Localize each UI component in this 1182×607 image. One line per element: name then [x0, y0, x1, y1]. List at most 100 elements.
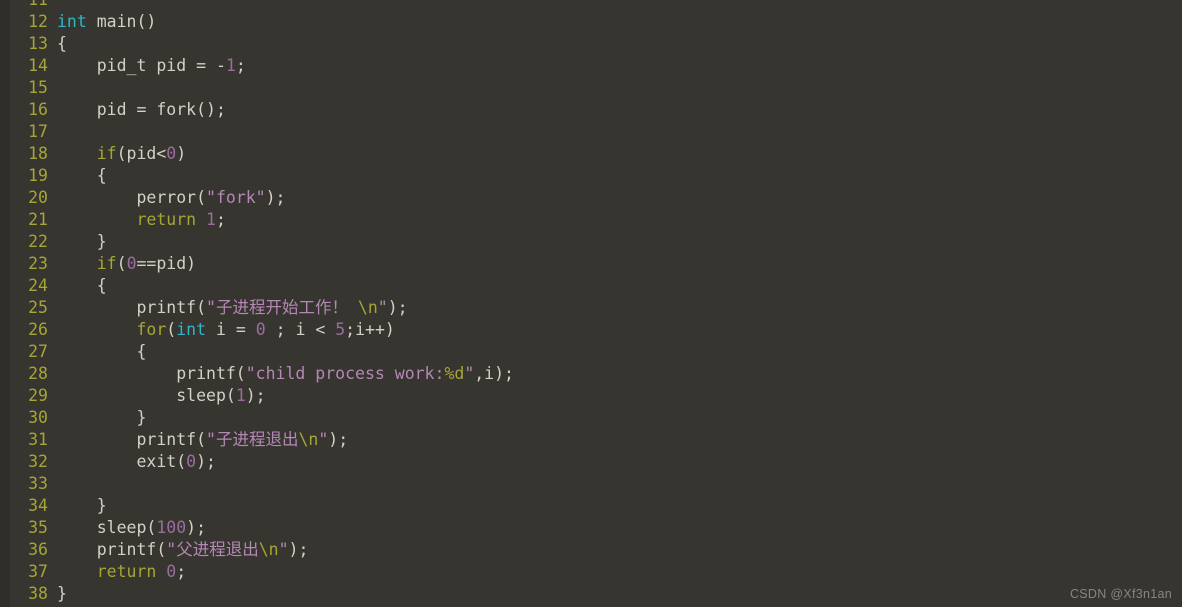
code-line[interactable]: 21 return 1;	[0, 209, 1182, 231]
code-line[interactable]: 22 }	[0, 231, 1182, 253]
code-line[interactable]: 32 exit(0);	[0, 451, 1182, 473]
line-source[interactable]: }	[48, 407, 146, 429]
code-line[interactable]: 11	[0, 0, 1182, 11]
code-token-pln	[57, 210, 136, 229]
code-line[interactable]: 14 pid_t pid = -1;	[0, 55, 1182, 77]
line-number: 37	[28, 562, 48, 581]
line-source[interactable]: {	[48, 275, 107, 297]
code-token-pln	[196, 210, 206, 229]
code-line[interactable]: 27 {	[0, 341, 1182, 363]
code-line[interactable]: 37 return 0;	[0, 561, 1182, 583]
code-token-pln: printf(	[57, 364, 246, 383]
line-number: 32	[28, 452, 48, 471]
line-source[interactable]: {	[48, 341, 146, 363]
code-line[interactable]: 24 {	[0, 275, 1182, 297]
line-number: 38	[28, 584, 48, 603]
line-number: 18	[28, 144, 48, 163]
line-source[interactable]: printf("child process work:%d",i);	[48, 363, 514, 385]
line-source[interactable]: {	[48, 165, 107, 187]
code-token-pln: ,i);	[474, 364, 514, 383]
code-line[interactable]: 20 perror("fork");	[0, 187, 1182, 209]
code-token-pln: );	[196, 452, 216, 471]
code-token-pln: );	[387, 298, 408, 317]
line-number: 27	[28, 342, 48, 361]
line-source[interactable]: exit(0);	[48, 451, 216, 473]
line-number: 28	[28, 364, 48, 383]
code-token-pln	[156, 562, 166, 581]
code-line[interactable]: 31 printf("子进程退出\n");	[0, 429, 1182, 451]
code-token-str: "	[318, 430, 329, 449]
code-line[interactable]: 13 {	[0, 33, 1182, 55]
line-source[interactable]: pid_t pid = -1;	[48, 55, 246, 77]
code-token-pln: ;	[235, 56, 246, 75]
code-line[interactable]: 26 for(int i = 0 ; i < 5;i++)	[0, 319, 1182, 341]
code-token-pln	[57, 254, 97, 273]
code-token-pln: pid = fork();	[57, 100, 226, 119]
line-number: 20	[28, 188, 48, 207]
code-line[interactable]: 17	[0, 121, 1182, 143]
code-line[interactable]: 16 pid = fork();	[0, 99, 1182, 121]
code-token-pln: }	[57, 496, 107, 515]
line-source[interactable]: perror("fork");	[48, 187, 286, 209]
code-editor[interactable]: 1112int main()13{14 pid_t pid = -1;1516 …	[0, 0, 1182, 607]
code-line[interactable]: 12 int main()	[0, 11, 1182, 33]
code-line[interactable]: 23 if(0==pid)	[0, 253, 1182, 275]
code-line[interactable]: 25 printf("子进程开始工作！ \n");	[0, 297, 1182, 319]
line-number: 35	[28, 518, 48, 537]
code-line[interactable]: 19 {	[0, 165, 1182, 187]
line-source[interactable]: }	[48, 495, 107, 517]
code-token-num: 1	[206, 210, 216, 229]
code-token-pln: }	[57, 584, 67, 603]
line-number: 12	[28, 12, 48, 31]
line-source[interactable]: sleep(1);	[48, 385, 265, 407]
line-source[interactable]: printf("父进程退出\n");	[48, 539, 309, 561]
code-line[interactable]: 34 }	[0, 495, 1182, 517]
line-source[interactable]: printf("子进程退出\n");	[48, 429, 348, 451]
code-lines-container[interactable]: 1112int main()13{14 pid_t pid = -1;1516 …	[0, 0, 1182, 605]
code-line[interactable]: 36 printf("父进程退出\n");	[0, 539, 1182, 561]
code-token-pln: ;	[215, 210, 226, 229]
code-line[interactable]: 15	[0, 77, 1182, 99]
code-line[interactable]: 30 }	[0, 407, 1182, 429]
line-source[interactable]: int main()	[48, 11, 156, 33]
line-source[interactable]: return 0;	[48, 561, 186, 583]
line-source[interactable]: {	[48, 33, 67, 55]
code-token-num: 0	[166, 144, 177, 163]
line-source[interactable]: }	[48, 583, 67, 605]
code-token-num: 0	[126, 254, 137, 273]
code-token-pln: );	[328, 430, 349, 449]
line-source[interactable]: if(pid<0)	[48, 143, 186, 165]
code-line[interactable]: 28 printf("child process work:%d",i);	[0, 363, 1182, 385]
code-token-pln: (	[166, 320, 177, 339]
code-line[interactable]: 18 if(pid<0)	[0, 143, 1182, 165]
line-number: 14	[28, 56, 48, 75]
code-token-esc: \n	[298, 430, 319, 449]
code-line[interactable]: 29 sleep(1);	[0, 385, 1182, 407]
line-number: 15	[28, 78, 48, 97]
code-token-str: "父进程退出	[166, 540, 259, 559]
code-line[interactable]: 35 sleep(100);	[0, 517, 1182, 539]
code-token-pln: printf(	[57, 540, 167, 559]
code-token-pln: );	[265, 188, 286, 207]
line-source[interactable]: pid = fork();	[48, 99, 226, 121]
line-source[interactable]: sleep(100);	[48, 517, 206, 539]
code-token-num: 5	[335, 320, 346, 339]
code-token-pln	[57, 562, 97, 581]
line-source[interactable]: return 1;	[48, 209, 226, 231]
code-token-num: 0	[255, 320, 266, 339]
code-line[interactable]: 38}	[0, 583, 1182, 605]
code-line[interactable]: 33	[0, 473, 1182, 495]
line-source[interactable]: for(int i = 0 ; i < 5;i++)	[48, 319, 394, 341]
line-source[interactable]: }	[48, 231, 107, 253]
code-token-pln: ==pid)	[136, 254, 197, 273]
line-source[interactable]: printf("子进程开始工作！ \n");	[48, 297, 408, 319]
code-token-typ: int	[176, 320, 207, 339]
code-token-pln	[57, 144, 97, 163]
code-token-pln: printf(	[57, 298, 207, 317]
code-token-pln: main()	[86, 12, 157, 31]
code-token-pln: exit(	[57, 452, 187, 471]
line-source[interactable]: if(0==pid)	[48, 253, 196, 275]
code-token-pln: }	[57, 408, 147, 427]
code-token-kw: if	[96, 144, 117, 163]
line-number: 13	[28, 34, 48, 53]
